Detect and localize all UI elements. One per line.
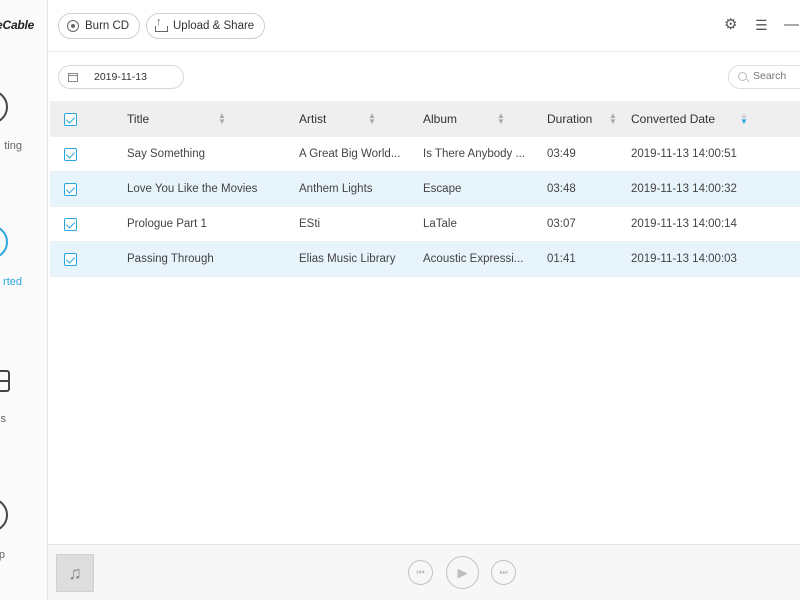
sort-icon[interactable]: ▲ ▼ (218, 101, 226, 137)
cell-artist: Anthem Lights (299, 183, 373, 195)
column-header-artist[interactable]: Artist (299, 101, 326, 137)
converting-icon (0, 90, 8, 124)
sidebar-item-converting[interactable]: ting (0, 88, 47, 188)
sidebar-item-label: ting (4, 140, 22, 152)
app-logo: eCable (0, 18, 35, 32)
upload-share-label: Upload & Share (173, 20, 255, 32)
cell-converted-date: 2019-11-13 14:00:14 (631, 218, 737, 230)
previous-icon[interactable]: ⏮ (408, 560, 433, 585)
cell-title: Say Something (127, 148, 205, 160)
help-icon (0, 498, 8, 532)
sort-desc-icon[interactable]: ▲ ▼ (740, 101, 748, 137)
cell-duration: 01:41 (547, 253, 576, 265)
cell-artist: A Great Big World... (299, 148, 401, 160)
converted-table: Title ▲ ▼ Artist ▲ ▼ Album ▲ ▼ Duration ▲ ▼ … (50, 101, 800, 277)
sidebar-item-tools[interactable]: s (0, 366, 47, 466)
sort-icon[interactable]: ▲ ▼ (368, 101, 376, 137)
toolbar: Burn CD Upload & Share ⚙ ☰ — (48, 0, 800, 52)
date-filter[interactable]: 2019-11-13 (58, 65, 184, 89)
cell-album: Acoustic Expressi... (423, 253, 524, 265)
sidebar-item-label: s (0, 413, 7, 425)
search-icon (738, 72, 747, 81)
cell-artist: ESti (299, 218, 321, 230)
search-box[interactable] (728, 65, 800, 89)
burn-cd-button[interactable]: Burn CD (58, 13, 141, 39)
sort-icon[interactable]: ▲ ▼ (497, 101, 505, 137)
tools-icon (0, 370, 10, 392)
row-checkbox[interactable] (64, 137, 77, 171)
cell-converted-date: 2019-11-13 14:00:03 (631, 253, 737, 265)
cell-title: Prologue Part 1 (127, 218, 207, 230)
cd-icon (67, 20, 79, 32)
sidebar-item-label: p (0, 549, 5, 561)
cell-title: Passing Through (127, 253, 214, 265)
cell-album: Is There Anybody ... (423, 148, 526, 160)
sidebar-item-label: rted (3, 276, 22, 288)
row-checkbox[interactable] (64, 172, 77, 206)
gear-icon[interactable]: ⚙ (724, 15, 737, 35)
converted-icon (0, 225, 8, 259)
calendar-icon (68, 73, 78, 82)
column-header-duration[interactable]: Duration (547, 101, 592, 137)
table-row[interactable]: Love You Like the Movies Anthem Lights E… (50, 172, 800, 207)
row-checkbox[interactable] (64, 207, 77, 241)
upload-icon (155, 16, 168, 32)
player-bar: ♫ ⏮ ▶ ⏭ (48, 544, 800, 600)
column-header-title[interactable]: Title (127, 101, 149, 137)
music-note-icon: ♫ (56, 554, 94, 592)
row-checkbox[interactable] (64, 242, 77, 276)
column-header-converted-date[interactable]: Converted Date (631, 101, 715, 137)
burn-cd-label: Burn CD (85, 20, 130, 32)
cell-title: Love You Like the Movies (127, 183, 258, 195)
cell-duration: 03:49 (547, 148, 576, 160)
date-filter-value: 2019-11-13 (94, 71, 147, 83)
hamburger-menu-icon[interactable]: ☰ (755, 15, 768, 35)
select-all-checkbox[interactable] (64, 101, 77, 137)
sidebar-item-help[interactable]: p (0, 498, 47, 598)
cell-album: Escape (423, 183, 462, 195)
cell-album: LaTale (423, 218, 457, 230)
cell-converted-date: 2019-11-13 14:00:51 (631, 148, 737, 160)
minimize-icon[interactable]: — (784, 15, 799, 35)
upload-share-button[interactable]: Upload & Share (146, 13, 266, 39)
play-icon[interactable]: ▶ (446, 556, 479, 589)
table-header: Title ▲ ▼ Artist ▲ ▼ Album ▲ ▼ Duration ▲ ▼ … (50, 101, 800, 137)
cell-duration: 03:07 (547, 218, 576, 230)
app-window: eCable ting rted s p Burn CD Upload & Sh… (0, 0, 800, 600)
cell-artist: Elias Music Library (299, 253, 396, 265)
table-row[interactable]: Prologue Part 1 ESti LaTale 03:07 2019-1… (50, 207, 800, 242)
cell-duration: 03:48 (547, 183, 576, 195)
next-icon[interactable]: ⏭ (491, 560, 516, 585)
sidebar-item-converted[interactable]: rted (0, 224, 47, 324)
column-header-album[interactable]: Album (423, 101, 457, 137)
sort-icon[interactable]: ▲ ▼ (609, 101, 617, 137)
search-input[interactable] (753, 70, 800, 82)
table-row[interactable]: Passing Through Elias Music Library Acou… (50, 242, 800, 277)
cell-converted-date: 2019-11-13 14:00:32 (631, 183, 737, 195)
sidebar: eCable ting rted s p (0, 0, 48, 600)
table-row[interactable]: Say Something A Great Big World... Is Th… (50, 137, 800, 172)
